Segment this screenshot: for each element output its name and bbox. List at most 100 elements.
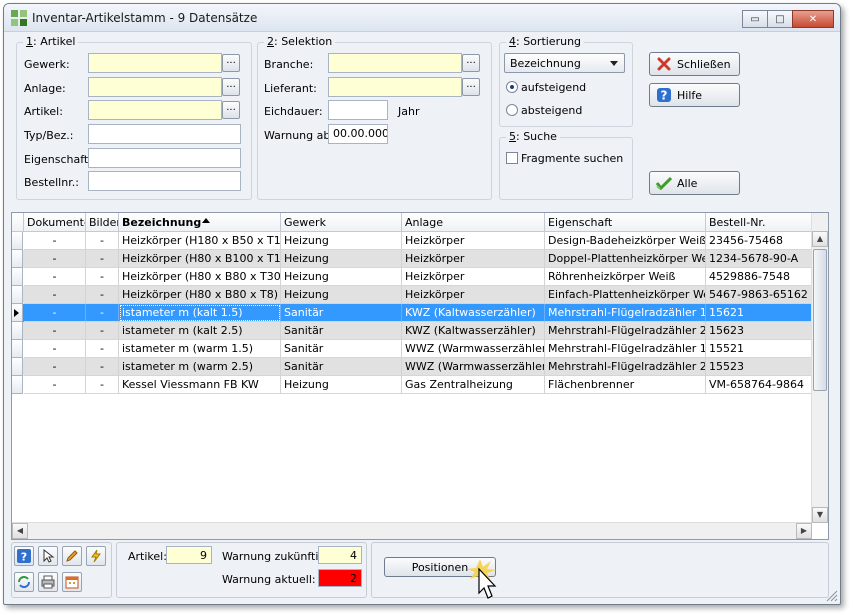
table-cell[interactable]: Heizung <box>281 250 402 268</box>
resize-grip-icon[interactable] <box>826 590 838 602</box>
anlage-field[interactable] <box>88 77 222 97</box>
artikel-lookup-button[interactable]: ... <box>222 101 240 119</box>
calendar-tool-button[interactable] <box>62 572 82 592</box>
table-cell[interactable]: Heizkörper <box>402 286 545 304</box>
action-tool-button[interactable] <box>86 546 106 566</box>
table-row[interactable]: - - istameter m (kalt 1.5) Sanitär KWZ (Kalt… <box>12 304 812 322</box>
table-cell[interactable]: Heizung <box>281 286 402 304</box>
table-cell[interactable]: - <box>86 322 119 340</box>
table-cell[interactable]: Mehrstrahl-Flügelradzähler 2.5 <box>545 322 706 340</box>
table-cell[interactable]: Heizkörper <box>402 232 545 250</box>
maximize-button[interactable]: □ <box>767 10 793 28</box>
sort-descending-radio[interactable] <box>506 104 518 116</box>
table-cell[interactable]: Heizkörper <box>402 250 545 268</box>
table-cell[interactable]: Heizung <box>281 268 402 286</box>
lieferant-lookup-button[interactable]: ... <box>462 78 480 96</box>
table-cell[interactable]: Sanitär <box>281 340 402 358</box>
table-row[interactable]: - - Heizkörper (H80 x B100 x T10) Heizung He… <box>12 250 812 268</box>
table-cell[interactable]: - <box>86 286 119 304</box>
row-indicator[interactable] <box>12 268 23 286</box>
scroll-right-button[interactable]: ▶ <box>796 523 812 539</box>
table-cell[interactable]: Heizkörper (H80 x B80 x T8) <box>119 286 281 304</box>
table-cell[interactable]: KWZ (Kaltwasserzähler) <box>402 322 545 340</box>
table-cell[interactable]: - <box>24 286 86 304</box>
sort-ascending-label[interactable]: aufsteigend <box>521 81 586 94</box>
table-cell[interactable]: - <box>24 232 86 250</box>
table-cell[interactable]: istameter m (kalt 1.5) <box>119 304 281 322</box>
articles-grid[interactable]: Dokumente Bilder Bezeichnung Gewerk Anla… <box>11 212 829 540</box>
table-cell[interactable]: Sanitär <box>281 322 402 340</box>
row-indicator[interactable] <box>12 340 23 358</box>
close-window-button[interactable]: ✕ <box>792 10 834 28</box>
table-cell[interactable]: Heizkörper (H80 x B80 x T30) <box>119 268 281 286</box>
table-cell[interactable]: Doppel-Plattenheizkörper Weiß <box>545 250 706 268</box>
refresh-tool-button[interactable] <box>14 572 34 592</box>
gewerk-field[interactable] <box>88 53 222 73</box>
print-tool-button[interactable] <box>38 572 58 592</box>
table-cell[interactable]: Heizung <box>281 232 402 250</box>
table-cell[interactable]: - <box>24 268 86 286</box>
table-cell[interactable]: 4529886-7548 <box>706 268 812 286</box>
table-cell[interactable]: Mehrstrahl-Flügelradzähler 1.5 <box>545 340 706 358</box>
table-cell[interactable]: - <box>24 304 86 322</box>
table-cell[interactable]: istameter m (warm 2.5) <box>119 358 281 376</box>
column-header-bilder[interactable]: Bilder <box>86 213 119 232</box>
current-row-indicator[interactable] <box>12 304 23 322</box>
table-cell[interactable]: Heizung <box>281 376 402 394</box>
table-cell[interactable]: Heizkörper (H80 x B100 x T10) <box>119 250 281 268</box>
table-cell[interactable]: - <box>86 358 119 376</box>
table-row[interactable]: - - Heizkörper (H80 x B80 x T8) Heizung Heiz… <box>12 286 812 304</box>
table-cell[interactable]: - <box>86 250 119 268</box>
table-cell[interactable]: Heizkörper (H180 x B50 x T12) <box>119 232 281 250</box>
table-cell[interactable]: 23456-75468 <box>706 232 812 250</box>
column-header-eigenschaft[interactable]: Eigenschaft <box>545 213 706 232</box>
table-cell[interactable]: Gas Zentralheizung <box>402 376 545 394</box>
row-indicator[interactable] <box>12 250 23 268</box>
edit-tool-button[interactable] <box>62 546 82 566</box>
minimize-button[interactable]: ▭ <box>742 10 768 28</box>
table-cell[interactable]: Mehrstrahl-Flügelradzähler 2.5 <box>545 358 706 376</box>
table-cell[interactable]: 5467-9863-65162 <box>706 286 812 304</box>
branche-lookup-button[interactable]: ... <box>462 54 480 72</box>
sort-ascending-radio[interactable] <box>506 81 518 93</box>
scroll-up-button[interactable]: ▲ <box>812 231 828 247</box>
table-cell[interactable]: - <box>24 340 86 358</box>
table-cell[interactable]: Röhrenheizkörper Weiß <box>545 268 706 286</box>
table-cell[interactable]: WWZ (Warmwasserzähler) <box>402 340 545 358</box>
horizontal-scrollbar[interactable]: ◀ ▶ <box>12 522 812 539</box>
table-cell[interactable]: - <box>86 268 119 286</box>
branche-field[interactable] <box>328 53 462 73</box>
vertical-scroll-thumb[interactable] <box>813 249 827 391</box>
close-button[interactable]: Schließen <box>649 52 740 76</box>
table-cell[interactable]: KWZ (Kaltwasserzähler) <box>402 304 545 322</box>
table-cell[interactable]: Heizkörper <box>402 268 545 286</box>
table-cell[interactable]: 15521 <box>706 340 812 358</box>
table-cell[interactable]: VM-658764-9864 <box>706 376 812 394</box>
row-indicator[interactable] <box>12 322 23 340</box>
eichdauer-field[interactable] <box>328 100 388 120</box>
table-row[interactable]: - - istameter m (kalt 2.5) Sanitär KWZ (Kalt… <box>12 322 812 340</box>
table-cell[interactable]: - <box>24 322 86 340</box>
table-cell[interactable]: 1234-5678-90-A <box>706 250 812 268</box>
help-tool-button[interactable]: ? <box>14 546 34 566</box>
table-cell[interactable]: Mehrstrahl-Flügelradzähler 1.5 <box>545 304 706 322</box>
column-header-gewerk[interactable]: Gewerk <box>281 213 402 232</box>
title-bar[interactable]: Inventar-Artikelstamm - 9 Datensätze ▭ □… <box>4 4 840 32</box>
bestellnr-field[interactable] <box>88 171 241 191</box>
typ-bez-field[interactable] <box>88 124 241 144</box>
table-cell[interactable]: - <box>24 358 86 376</box>
row-indicator[interactable] <box>12 232 23 250</box>
column-header-anlage[interactable]: Anlage <box>402 213 545 232</box>
column-header-bezeichnung[interactable]: Bezeichnung <box>119 213 281 232</box>
table-cell[interactable]: Einfach-Plattenheizkörper Weiß <box>545 286 706 304</box>
table-row[interactable]: - - Heizkörper (H80 x B80 x T30) Heizung Hei… <box>12 268 812 286</box>
table-cell[interactable]: Sanitär <box>281 358 402 376</box>
artikel-field[interactable] <box>88 100 222 120</box>
row-indicator[interactable] <box>12 286 23 304</box>
table-cell[interactable]: Design-Badeheizkörper Weiß <box>545 232 706 250</box>
table-row[interactable]: - - istameter m (warm 2.5) Sanitär WWZ (Warm… <box>12 358 812 376</box>
anlage-lookup-button[interactable]: ... <box>222 78 240 96</box>
table-cell[interactable]: istameter m (kalt 2.5) <box>119 322 281 340</box>
sort-field-select[interactable]: Bezeichnung <box>504 53 625 73</box>
fragmente-label[interactable]: Fragmente suchen <box>521 152 623 165</box>
